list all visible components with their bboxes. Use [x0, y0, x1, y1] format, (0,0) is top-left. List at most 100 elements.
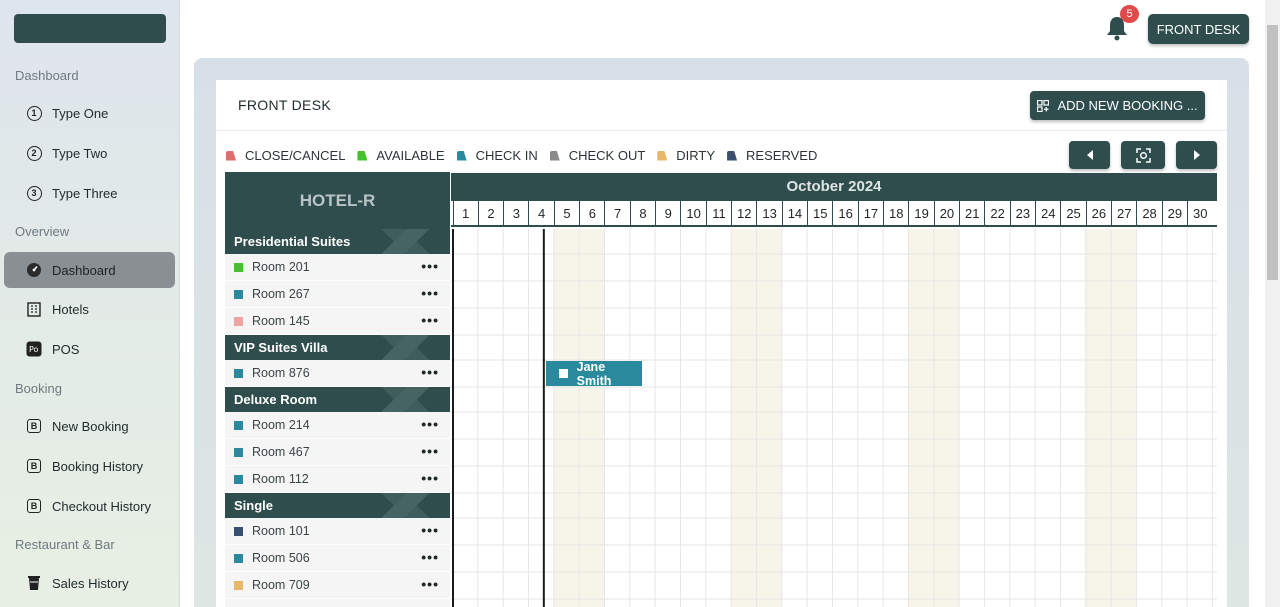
booking-b-glyph: B: [27, 419, 41, 433]
room-group-header: Single: [225, 493, 450, 518]
legend-item-available: AVAILABLE: [357, 148, 445, 163]
legend-flag-icon: [456, 150, 467, 161]
room-menu-dots-icon[interactable]: •••: [421, 522, 439, 538]
room-status-swatch: [234, 368, 243, 378]
room-label: Room 101: [252, 524, 310, 538]
day-header-30: 30: [1187, 201, 1212, 226]
sidebar-item-label: New Booking: [52, 418, 129, 434]
room-status-swatch: [234, 526, 243, 536]
nav-section-overview: Overview: [15, 224, 70, 239]
room-menu-dots-icon[interactable]: •••: [421, 312, 439, 328]
room-row[interactable]: Room 267 •••: [225, 281, 450, 308]
next-month-button[interactable]: [1176, 141, 1217, 169]
sidebar-item-label: Checkout History: [52, 498, 151, 514]
group-pattern-decoration: [360, 387, 450, 412]
caret-right-icon: [1193, 150, 1200, 160]
page-scrollbar-thumb[interactable]: [1267, 25, 1278, 280]
room-menu-dots-icon[interactable]: •••: [421, 285, 439, 301]
room-group-label: Presidential Suites: [234, 234, 351, 249]
sidebar-item-type-one[interactable]: 1 Type One: [4, 95, 175, 131]
status-legend: CLOSE/CANCEL AVAILABLE CHECK IN CHECK OUT DI…: [226, 148, 829, 163]
group-pattern-decoration: [360, 493, 450, 518]
room-row[interactable]: Room 467 •••: [225, 439, 450, 466]
day-header-9: 9: [655, 201, 680, 226]
sidebar-item-pos[interactable]: Po POS: [4, 331, 175, 367]
day-header-13: 13: [756, 201, 781, 226]
room-label: Room 112: [252, 472, 309, 486]
weekend-column-5: [553, 229, 580, 607]
pos-icon: Po: [26, 341, 42, 357]
day-header-5: 5: [553, 201, 579, 226]
room-row[interactable]: Room 214 •••: [225, 412, 450, 439]
circle-2-icon: 2: [26, 145, 42, 161]
sidebar-item-type-three[interactable]: 3 Type Three: [4, 175, 175, 211]
sidebar-item-booking-history[interactable]: B Booking History: [4, 448, 175, 484]
booking-b-icon: B: [26, 498, 42, 514]
app-logo[interactable]: [14, 14, 166, 43]
sidebar-item-checkout-history[interactable]: B Checkout History: [4, 488, 175, 524]
room-menu-dots-icon[interactable]: •••: [421, 470, 439, 486]
sidebar-item-hotels[interactable]: Hotels: [4, 291, 175, 327]
room-status-swatch: [234, 553, 243, 563]
room-menu-dots-icon[interactable]: •••: [421, 576, 439, 592]
sidebar-item-sales-history[interactable]: Sales History: [4, 565, 175, 601]
room-group-label: VIP Suites Villa: [234, 340, 328, 355]
legend-item-reserved: RESERVED: [727, 148, 817, 163]
nav-section-restaurant-bar: Restaurant & Bar: [15, 537, 115, 552]
sidebar-item-label: Type Two: [52, 145, 108, 161]
booking-b-icon: B: [26, 418, 42, 434]
day-header-4: 4: [528, 201, 553, 226]
room-row[interactable]: Room 145 •••: [225, 308, 450, 335]
day-header-7: 7: [604, 201, 629, 226]
sidebar-item-type-two[interactable]: 2 Type Two: [4, 135, 175, 171]
day-header-24: 24: [1035, 201, 1060, 226]
legend-label: CHECK IN: [475, 148, 538, 163]
room-row[interactable]: Room 876 •••: [225, 360, 450, 387]
room-status-swatch: [234, 474, 243, 484]
room-status-swatch: [234, 580, 243, 590]
booking-grid[interactable]: Jane Smith: [451, 229, 1217, 607]
sidebar-item-label: POS: [52, 341, 80, 357]
screenshot-button[interactable]: [1121, 141, 1165, 169]
add-new-booking-label: ADD NEW BOOKING ...: [1057, 98, 1198, 113]
day-header-14: 14: [781, 201, 807, 226]
legend-flag-icon: [226, 150, 236, 161]
room-row[interactable]: Room 709 •••: [225, 572, 450, 599]
legend-label: CHECK OUT: [568, 148, 646, 163]
days-header: 1 2 3 4 5 6 7 8 9 10 11 12 13 14 15 16 17 18 19 20 21 22 23 24 2…: [451, 200, 1217, 227]
room-group-header: Presidential Suites: [225, 229, 450, 254]
weekend-column-19: [908, 229, 934, 607]
room-label: Room 267: [252, 287, 310, 301]
room-menu-dots-icon[interactable]: •••: [421, 549, 439, 565]
room-row[interactable]: Room 506 •••: [225, 545, 450, 572]
page-title: FRONT DESK: [238, 97, 331, 113]
building-icon: [26, 301, 42, 317]
sidebar-item-dashboard[interactable]: Dashboard: [4, 252, 175, 288]
day-header-16: 16: [832, 201, 857, 226]
day-header-1: 1: [452, 201, 478, 226]
room-group-label: Single: [234, 498, 274, 513]
add-new-booking-button[interactable]: ADD NEW BOOKING ...: [1030, 91, 1205, 120]
room-row[interactable]: Room 101 •••: [225, 518, 450, 545]
room-status-swatch: [234, 289, 243, 299]
month-title: October 2024: [451, 173, 1217, 200]
day-header-12: 12: [731, 201, 756, 226]
notification-badge: 5: [1120, 5, 1139, 23]
prev-month-button[interactable]: [1069, 141, 1110, 169]
legend-label: CLOSE/CANCEL: [245, 148, 346, 163]
front-desk-button[interactable]: FRONT DESK: [1148, 14, 1249, 44]
grid-plus-icon: [1037, 99, 1050, 112]
room-menu-dots-icon[interactable]: •••: [421, 364, 439, 380]
room-menu-dots-icon[interactable]: •••: [421, 416, 439, 432]
card-divider: [216, 130, 1227, 131]
sidebar-item-new-booking[interactable]: B New Booking: [4, 408, 175, 444]
day-header-21: 21: [959, 201, 984, 226]
room-row[interactable]: Room 112 •••: [225, 466, 450, 493]
room-menu-dots-icon[interactable]: •••: [421, 443, 439, 459]
legend-flag-icon: [357, 150, 368, 161]
room-row[interactable]: Room 201 •••: [225, 254, 450, 281]
day-header-19: 19: [908, 201, 933, 226]
room-menu-dots-icon[interactable]: •••: [421, 258, 439, 274]
booking-bar[interactable]: Jane Smith: [545, 360, 643, 388]
nav-section-booking: Booking: [15, 381, 62, 396]
